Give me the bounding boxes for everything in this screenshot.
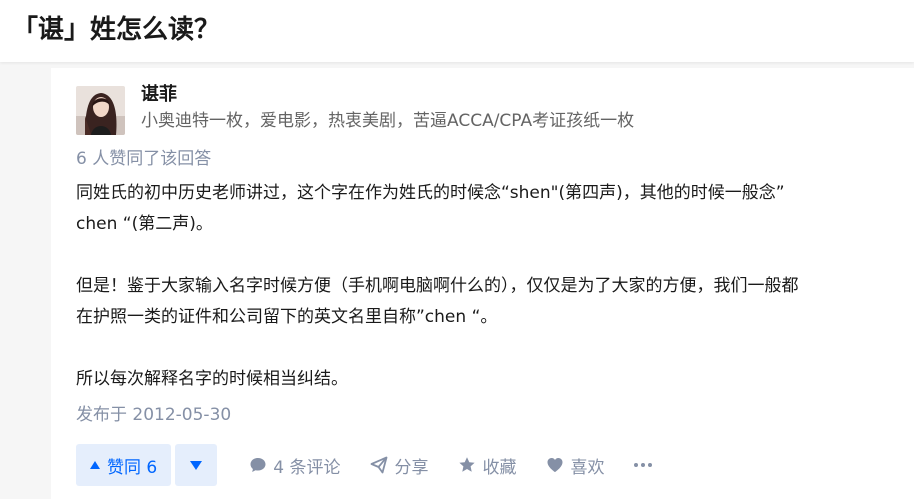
answer-paragraph: 在护照一类的证件和公司留下的英文名里自称”chen “。: [76, 307, 498, 327]
triangle-up-icon: [90, 461, 100, 469]
author-bio: 小奥迪特一枚，爱电影，热衷美剧，苦逼ACCA/CPA考证孩纸一枚: [141, 111, 635, 131]
question-header: 「谌」姓怎么读？: [0, 0, 914, 62]
heart-icon: [547, 458, 563, 472]
comment-label: 4 条评论: [273, 457, 341, 478]
answer-paragraph: 同姓氏的初中历史老师讲过，这个字在作为姓氏的时候念“shen"(第四声)，其他的…: [76, 183, 785, 203]
publish-date[interactable]: 发布于 2012-05-30: [76, 402, 231, 428]
like-button[interactable]: 喜欢: [546, 444, 604, 486]
more-button[interactable]: [634, 444, 655, 486]
answer-paragraph: 所以每次解释名字的时候相当纠结。: [76, 369, 348, 389]
author-avatar[interactable]: [76, 86, 125, 135]
share-label: 分享: [394, 457, 429, 478]
ellipsis-icon: [634, 444, 655, 486]
collect-label: 收藏: [482, 457, 517, 478]
triangle-down-icon: [190, 460, 203, 470]
author-name[interactable]: 谌菲: [141, 82, 177, 108]
answer-paragraph: 但是！鉴于大家输入名字时候方便（手机啊电脑啊什么的），仅仅是为了大家的方便，我们…: [76, 276, 799, 296]
answer-card: 谌菲 小奥迪特一枚，爱电影，热衷美剧，苦逼ACCA/CPA考证孩纸一枚 6 人赞…: [51, 68, 914, 499]
vote-up-button[interactable]: 赞同 6: [76, 444, 172, 486]
question-title[interactable]: 「谌」姓怎么读？: [12, 12, 220, 48]
vote-up-label: 赞同 6: [107, 457, 158, 478]
paper-plane-icon: [371, 456, 388, 474]
answer-paragraph: chen “(第二声)。: [76, 214, 213, 234]
like-label: 喜欢: [570, 457, 605, 478]
vote-down-button[interactable]: [175, 444, 218, 486]
star-icon: [459, 457, 476, 472]
avatar-photo: [76, 86, 125, 135]
share-button[interactable]: 分享: [370, 444, 428, 486]
answer-actions: 赞同 6 4 条评论 分享 收藏 喜欢: [76, 444, 655, 486]
comment-bubble-icon: [250, 458, 266, 472]
collect-button[interactable]: 收藏: [458, 444, 516, 486]
comment-button[interactable]: 4 条评论: [249, 444, 340, 486]
vote-summary: 6 人赞同了该回答: [76, 149, 212, 169]
answer-content: 同姓氏的初中历史老师讲过，这个字在作为姓氏的时候念“shen"(第四声)，其他的…: [76, 178, 891, 395]
